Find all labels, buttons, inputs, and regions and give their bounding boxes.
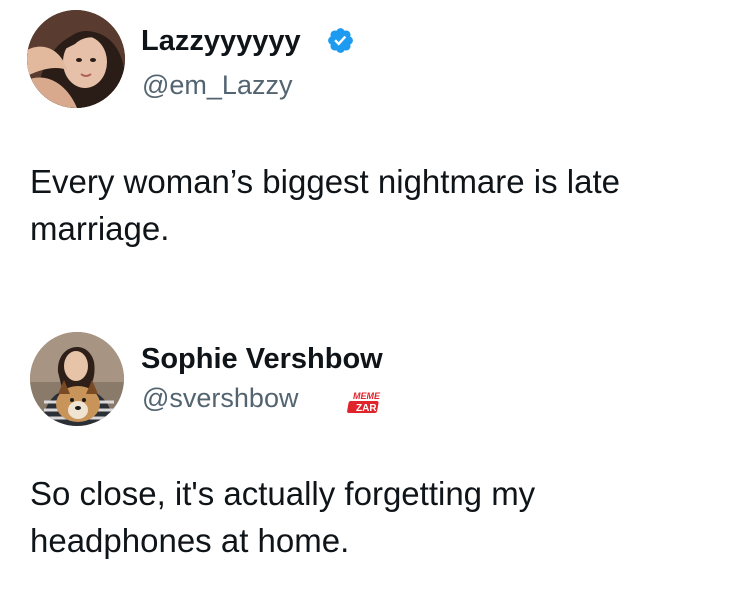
tweet-original: Lazzyyyyyy @em_Lazzy Every woman’s bigge…: [0, 0, 740, 300]
avatar[interactable]: [27, 10, 125, 108]
display-name[interactable]: Lazzyyyyyy: [141, 24, 301, 58]
tweet-text: Every woman’s biggest nightmare is late …: [30, 163, 621, 247]
avatar-photo: [27, 10, 125, 108]
svg-text:MEME: MEME: [353, 391, 381, 401]
verified-badge-icon: [328, 28, 353, 53]
tweet-screenshot: Lazzyyyyyy @em_Lazzy Every woman’s bigge…: [0, 0, 740, 590]
tweet-reply: Sophie Vershbow @svershbow MEME ZAR So c…: [0, 320, 740, 590]
display-name[interactable]: Sophie Vershbow: [141, 342, 383, 376]
svg-text:ZAR: ZAR: [356, 403, 377, 414]
avatar-photo: [30, 332, 124, 426]
handle[interactable]: @svershbow: [142, 382, 298, 414]
memezar-watermark-logo: MEME ZAR: [347, 391, 381, 414]
handle[interactable]: @em_Lazzy: [142, 69, 292, 101]
avatar[interactable]: [30, 332, 124, 426]
tweet-text: So close, it's actually forgetting my he…: [30, 475, 536, 559]
